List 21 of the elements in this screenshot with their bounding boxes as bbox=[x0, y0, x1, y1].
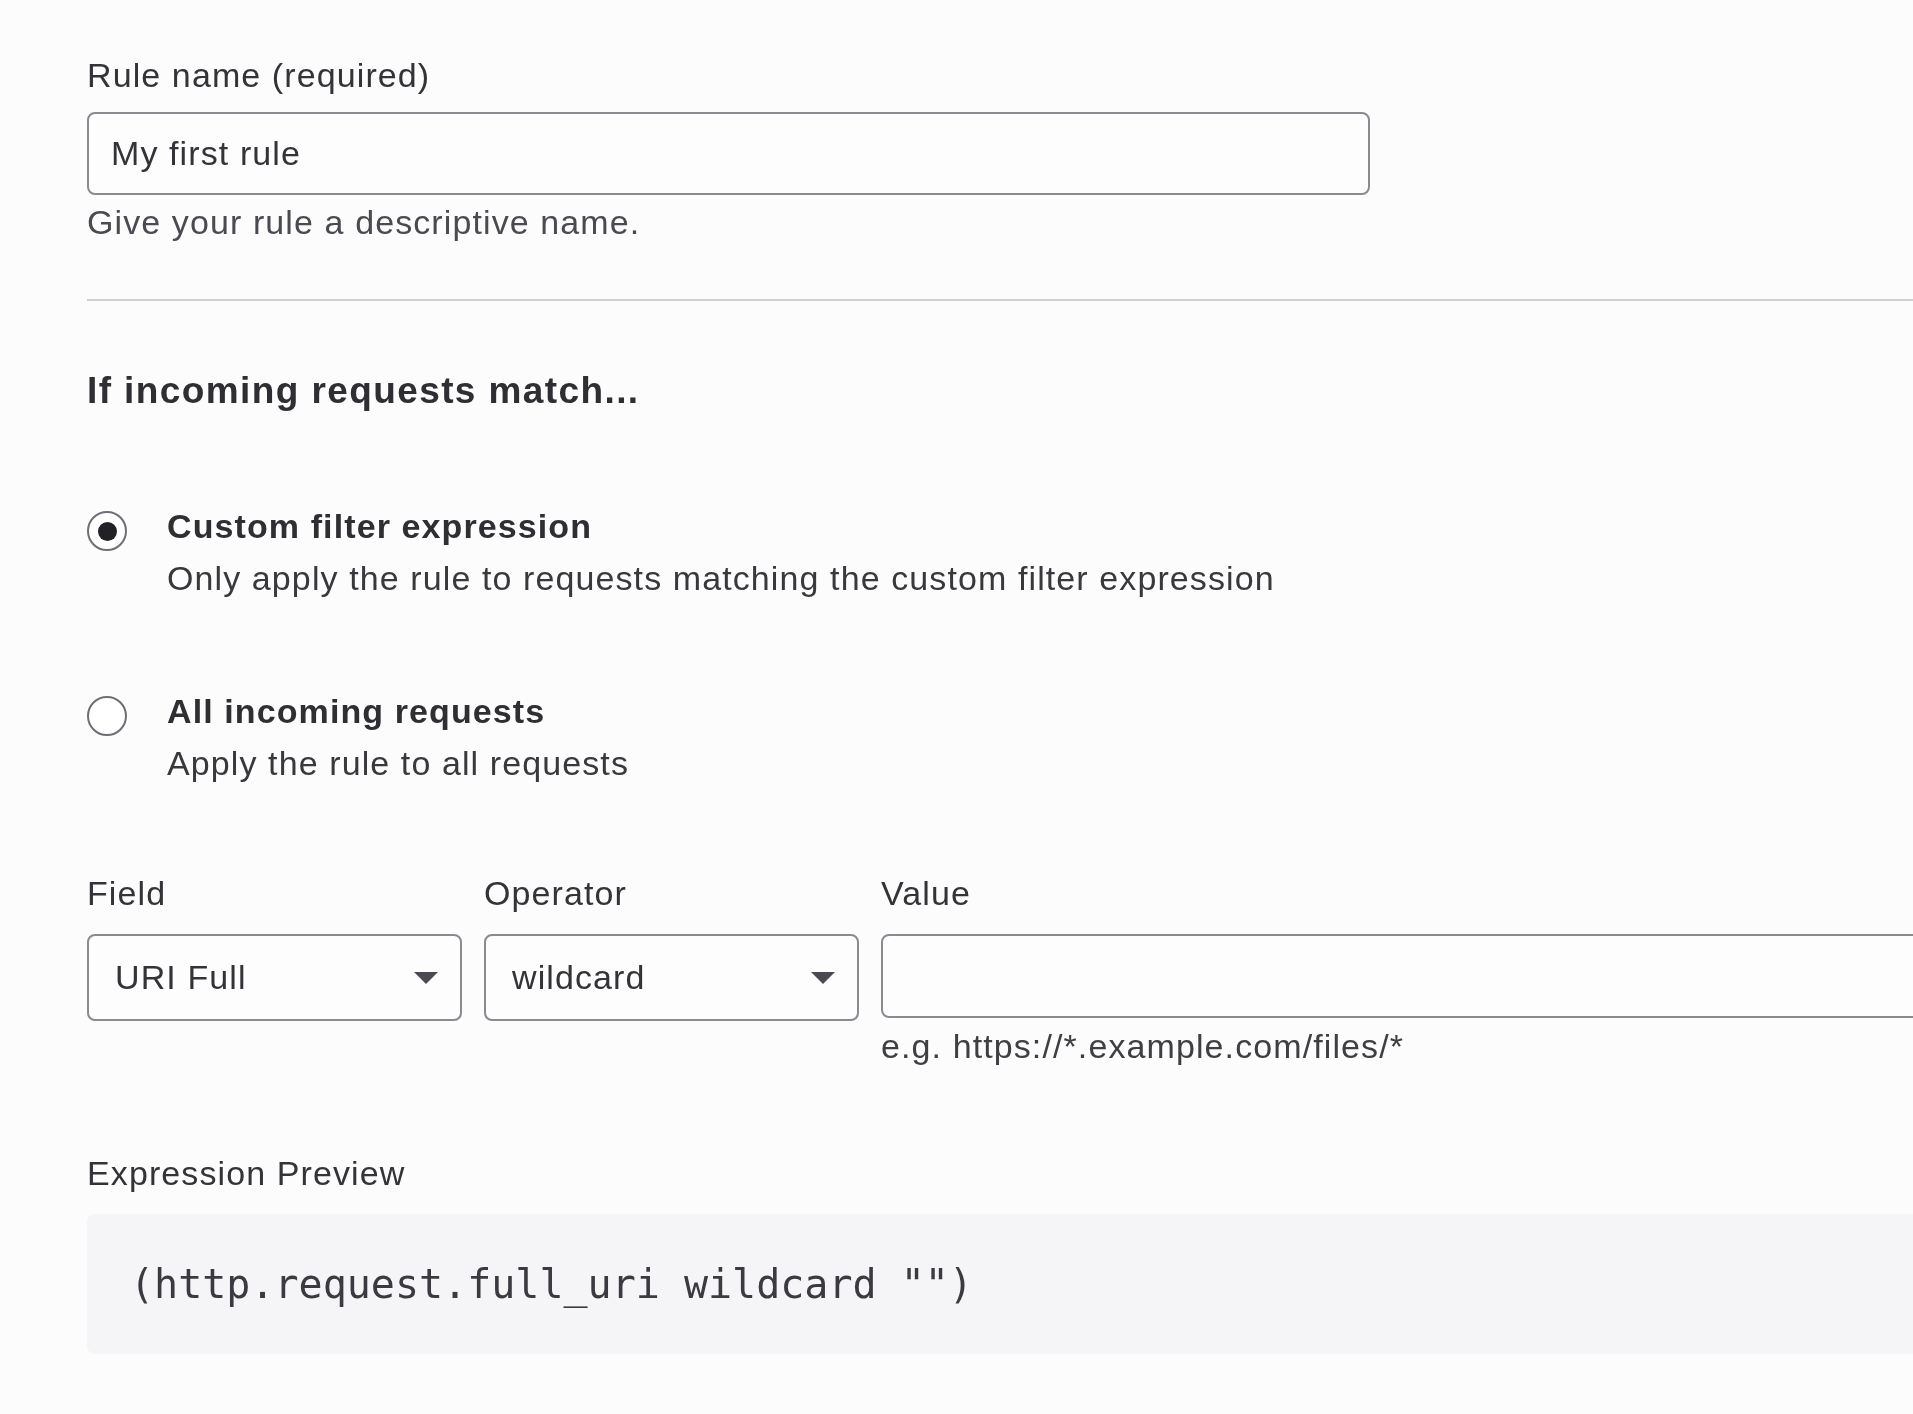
help-text: Give your rule a descriptive name. bbox=[87, 203, 642, 242]
dropdown-select[interactable]: URI Full bbox=[87, 934, 462, 1021]
hint-text: e.g. https://*.example.com/files/* bbox=[881, 1027, 1406, 1066]
caret-icon bbox=[414, 971, 438, 984]
rule-name-input[interactable]: My first rule bbox=[87, 112, 1370, 195]
section-heading: If incoming requests match... bbox=[87, 369, 641, 413]
option-title[interactable]: Custom filter expression bbox=[167, 507, 1275, 546]
preview-label: Expression Preview bbox=[87, 1154, 407, 1193]
option-description: Apply the rule to all requests bbox=[167, 744, 630, 783]
option-description: Only apply the rule to requests matching the custom filter expression bbox=[167, 559, 1275, 598]
field-label: Operator bbox=[484, 874, 628, 913]
option-title[interactable]: All incoming requests bbox=[167, 692, 630, 731]
dropdown-select[interactable]: wildcard bbox=[484, 934, 859, 1021]
field-label: Value bbox=[881, 874, 972, 913]
field-label: Rule name (required) bbox=[87, 56, 432, 95]
code-preview: (http.request.full_uri wildcard "") bbox=[87, 1214, 1913, 1354]
caret-icon bbox=[811, 971, 835, 984]
value-input[interactable] bbox=[881, 934, 1913, 1018]
field-label: Field bbox=[87, 874, 168, 913]
radio-button[interactable] bbox=[87, 696, 127, 736]
radio-button[interactable] bbox=[87, 511, 127, 551]
